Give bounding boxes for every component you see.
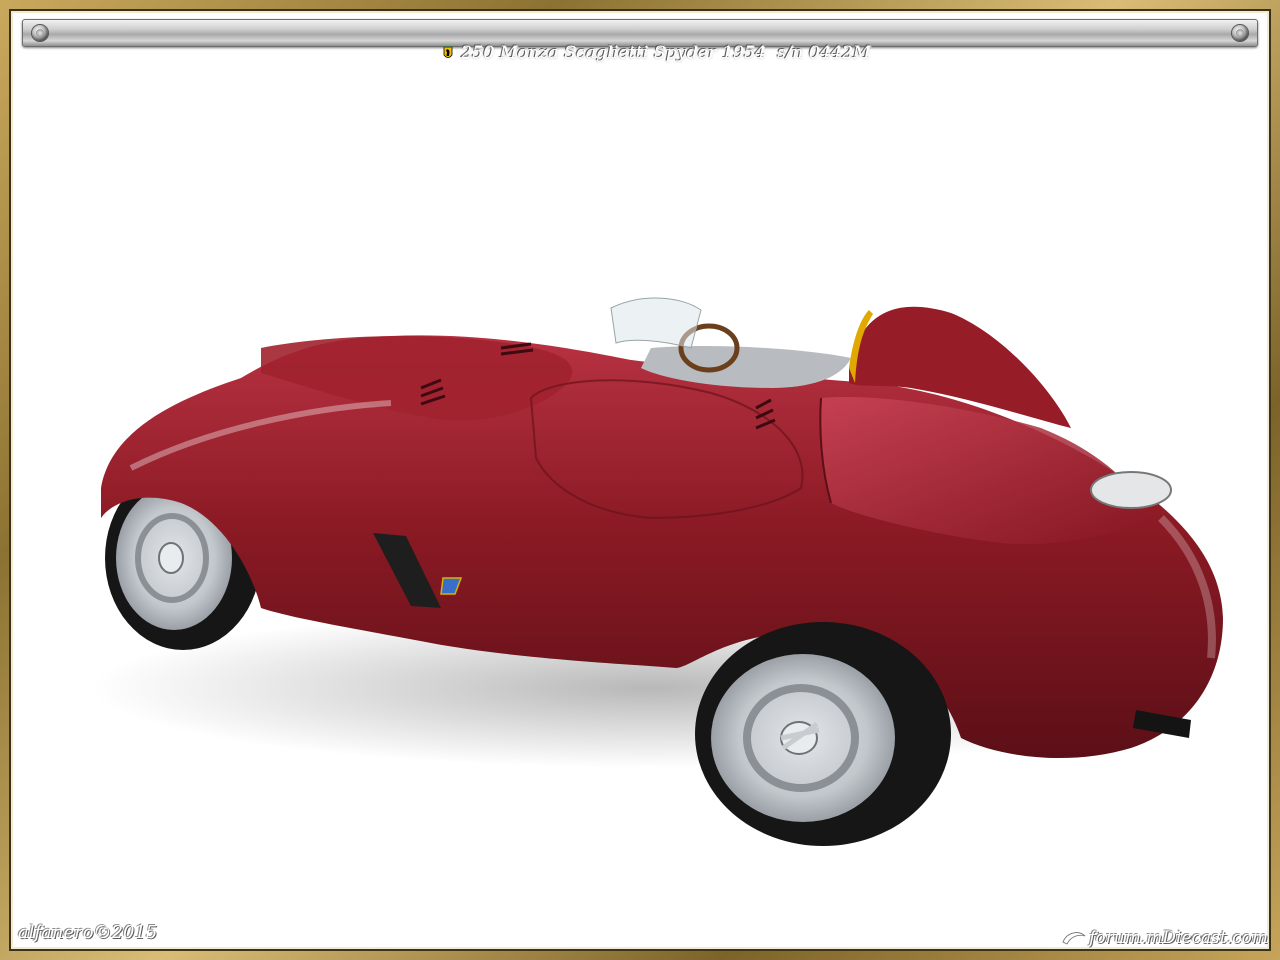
site-watermark: forum.mDiecast.com: [1061, 928, 1268, 948]
site-watermark-text: forum.mDiecast.com: [1089, 928, 1268, 948]
car-photo: [91, 297, 1223, 846]
forum-swoosh-logo-icon: [1062, 932, 1086, 945]
fuel-cap: [1090, 471, 1172, 509]
title-bar: 250 Monza Scaglietti Spyder 1954 s/n 044…: [22, 19, 1258, 63]
photographer-watermark: alfanero©2015: [18, 922, 158, 943]
windscreen: [610, 297, 702, 349]
rear-wheel: [695, 622, 951, 846]
gold-frame: 250 Monza Scaglietti Spyder 1954 s/n 044…: [0, 0, 1280, 960]
screw-icon: [1232, 25, 1248, 41]
